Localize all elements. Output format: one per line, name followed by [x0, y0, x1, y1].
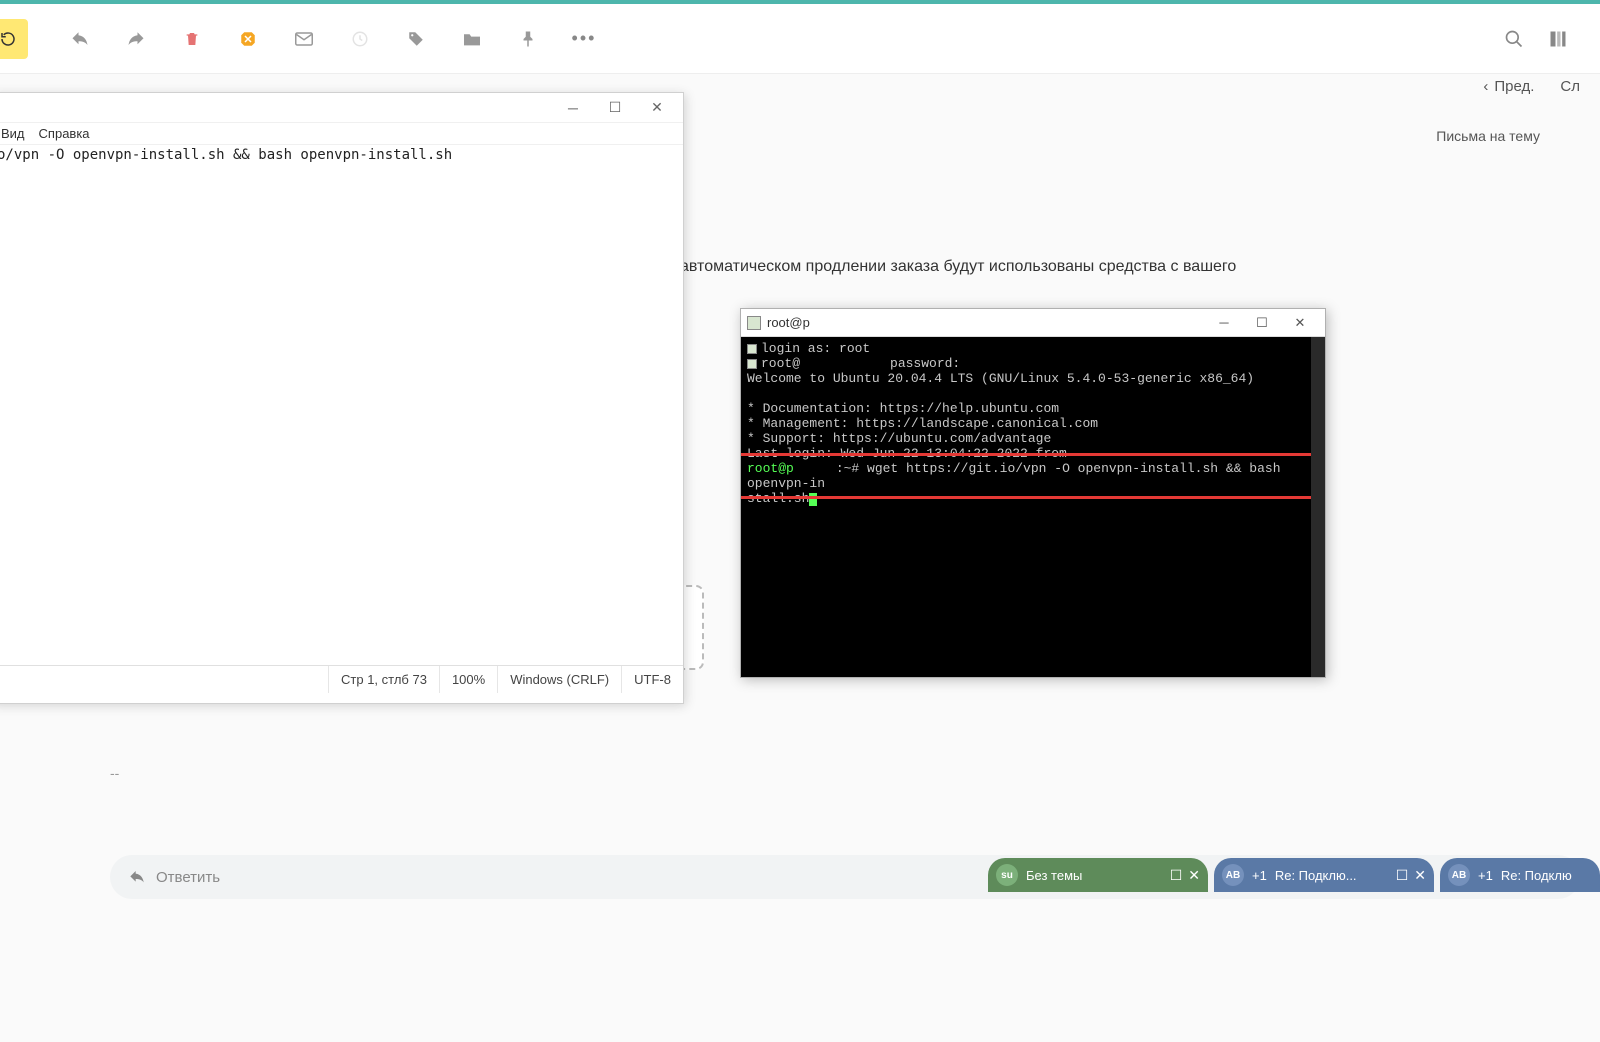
chat-tab-label: Re: Подклю	[1501, 868, 1592, 883]
undo-button[interactable]	[62, 21, 98, 57]
reply-icon	[128, 869, 146, 885]
term-login-user: root	[839, 341, 870, 356]
signature-separator: --	[110, 765, 119, 781]
chat-tab-count: +1	[1478, 868, 1493, 883]
notepad-textarea[interactable]: o/vpn -O openvpn-install.sh && bash open…	[0, 145, 683, 665]
folder-icon	[462, 31, 482, 47]
refresh-button[interactable]	[0, 19, 28, 59]
term-mgmt: * Management: https://landscape.canonica…	[747, 416, 1319, 431]
chat-tab-label: Без темы	[1026, 868, 1162, 883]
notepad-menubar: Вид Справка	[0, 123, 683, 145]
chat-tab-count: +1	[1252, 868, 1267, 883]
delete-button[interactable]	[174, 21, 210, 57]
putty-terminal[interactable]: login as: root root@ password: Welcome to…	[741, 337, 1325, 677]
layout-icon	[1548, 29, 1568, 49]
refresh-icon	[0, 30, 17, 48]
mail-toolbar: ✎ •••	[0, 4, 1600, 74]
chat-avatar: su	[996, 864, 1018, 886]
reply-arrow-icon	[70, 30, 90, 48]
more-button[interactable]: •••	[566, 21, 602, 57]
term-doc: * Documentation: https://help.ubuntu.com	[747, 401, 1319, 416]
chat-avatar: АВ	[1448, 864, 1470, 886]
chat-max-icon[interactable]: ☐	[1170, 867, 1183, 884]
search-icon	[1504, 29, 1524, 49]
term-prompt-sep: :~#	[836, 461, 867, 476]
spam-button[interactable]	[230, 21, 266, 57]
status-position: Стр 1, стлб 73	[328, 666, 439, 693]
envelope-icon	[295, 32, 313, 46]
putty-title-text: root@p	[767, 315, 810, 330]
term-welcome: Welcome to Ubuntu 20.04.4 LTS (GNU/Linux…	[747, 371, 1319, 386]
forward-arrow-icon	[126, 30, 146, 48]
putty-window: root@p ─ ☐ ✕ login as: root root@ passwor…	[740, 308, 1326, 678]
putty-line-icon	[747, 359, 757, 369]
tag-button[interactable]	[398, 21, 434, 57]
pin-button[interactable]	[510, 21, 546, 57]
prev-label: Пред.	[1494, 78, 1534, 95]
next-message-button[interactable]: Сл	[1560, 78, 1580, 95]
status-encoding: UTF-8	[621, 666, 683, 693]
chat-tab-1[interactable]: АВ +1 Re: Подклю... ☐ ✕	[1214, 858, 1434, 892]
chat-avatar: АВ	[1222, 864, 1244, 886]
term-pw-user: root@	[761, 356, 800, 371]
panel-toggle-button[interactable]	[1548, 29, 1568, 49]
menu-help[interactable]: Справка	[39, 126, 90, 141]
term-lastlogin: Last login: Wed Jun 22 13:04:22 2022 fro…	[747, 446, 1319, 461]
putty-titlebar[interactable]: root@p ─ ☐ ✕	[741, 309, 1325, 337]
notepad-titlebar[interactable]: ─ ☐ ✕	[0, 93, 683, 123]
tag-icon	[407, 30, 425, 48]
mail-body-text: автоматическом продлении заказа будут ис…	[680, 258, 1236, 276]
term-login-prompt: login as:	[761, 341, 839, 356]
chat-max-icon[interactable]: ☐	[1396, 867, 1409, 884]
putty-line-icon	[747, 344, 757, 354]
minimize-button[interactable]: ─	[553, 94, 593, 122]
chat-tabs: su Без темы ☐ ✕ АВ +1 Re: Подклю... ☐ ✕ АВ…	[988, 858, 1600, 892]
term-pw-label: password:	[890, 356, 960, 371]
reply-placeholder: Ответить	[156, 869, 220, 886]
folder-button[interactable]	[454, 21, 490, 57]
close-button[interactable]: ✕	[637, 94, 677, 122]
chat-tab-2[interactable]: АВ +1 Re: Подклю	[1440, 858, 1600, 892]
term-command: wget https://git.io/vpn -O openvpn-insta…	[747, 461, 1281, 491]
chat-tab-label: Re: Подклю...	[1275, 868, 1388, 883]
clock-icon	[351, 30, 369, 48]
maximize-button[interactable]: ☐	[595, 94, 635, 122]
trash-icon	[184, 30, 200, 48]
mail-pagination: ‹ Пред. Сл	[1483, 78, 1580, 95]
term-support: * Support: https://ubuntu.com/advantage	[747, 431, 1319, 446]
snooze-button[interactable]	[342, 21, 378, 57]
putty-minimize-button[interactable]: ─	[1205, 310, 1243, 336]
putty-close-button[interactable]: ✕	[1281, 310, 1319, 336]
chevron-left-icon: ‹	[1483, 78, 1488, 95]
redo-button[interactable]	[118, 21, 154, 57]
terminal-cursor	[809, 493, 817, 506]
notepad-window: ─ ☐ ✕ Вид Справка o/vpn -O openvpn-insta…	[0, 92, 684, 704]
notepad-statusbar: Стр 1, стлб 73 100% Windows (CRLF) UTF-8	[0, 665, 683, 693]
chat-tab-0[interactable]: su Без темы ☐ ✕	[988, 858, 1208, 892]
menu-view[interactable]: Вид	[1, 126, 25, 141]
putty-scrollbar[interactable]	[1311, 337, 1325, 677]
putty-icon	[747, 316, 761, 330]
pin-icon	[521, 30, 535, 48]
prev-message-button[interactable]: ‹ Пред.	[1483, 78, 1534, 95]
term-prompt-user: root@p	[747, 461, 794, 476]
status-empty	[0, 666, 328, 693]
chat-close-icon[interactable]: ✕	[1188, 867, 1200, 884]
spam-icon	[239, 30, 257, 48]
term-command-wrap: stall.sh	[747, 491, 809, 506]
status-zoom: 100%	[439, 666, 497, 693]
chat-close-icon[interactable]: ✕	[1414, 867, 1426, 884]
search-button[interactable]	[1504, 29, 1524, 49]
status-line-ending: Windows (CRLF)	[497, 666, 621, 693]
putty-maximize-button[interactable]: ☐	[1243, 310, 1281, 336]
mark-read-button[interactable]	[286, 21, 322, 57]
thread-label: Письма на тему	[1436, 128, 1540, 144]
